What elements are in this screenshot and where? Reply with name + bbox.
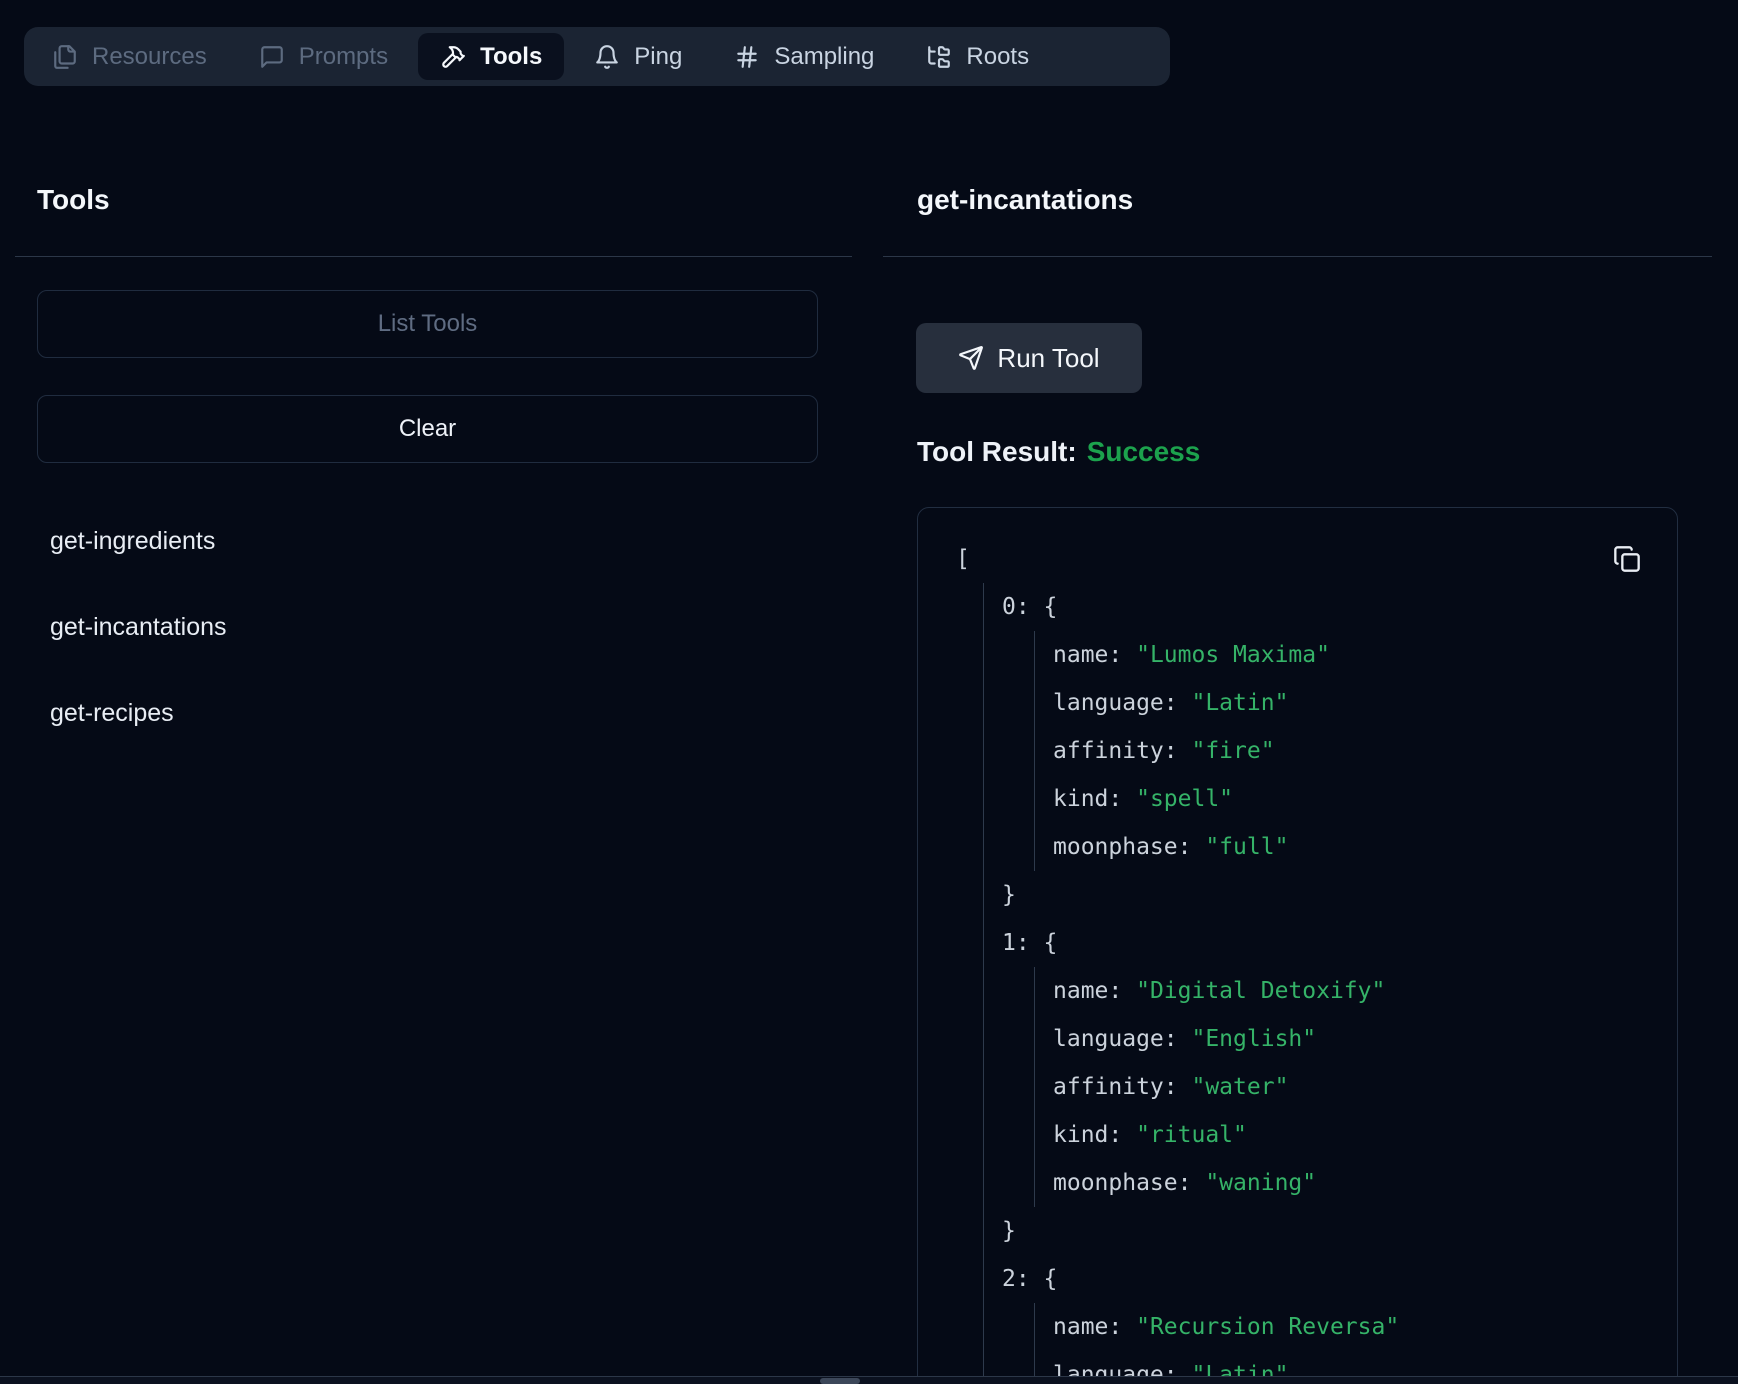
tool-list-item[interactable]: get-incantations bbox=[50, 610, 227, 644]
json-line: affinity: "water" bbox=[1053, 1063, 1399, 1111]
tab-sampling[interactable]: Sampling bbox=[712, 33, 896, 80]
json-line: moonphase: "waning" bbox=[1053, 1159, 1399, 1207]
bell-icon bbox=[594, 44, 620, 70]
run-tool-button[interactable]: Run Tool bbox=[916, 323, 1142, 393]
json-line: name: "Recursion Reversa" bbox=[1053, 1303, 1399, 1351]
left-pane-title: Tools bbox=[37, 183, 110, 217]
hammer-icon bbox=[440, 44, 466, 70]
horizontal-scrollbar bbox=[0, 1376, 1738, 1384]
json-result-tree: [0: {name: "Lumos Maxima"language: "Lati… bbox=[956, 535, 1399, 1384]
tab-label: Roots bbox=[966, 43, 1029, 71]
files-icon bbox=[52, 44, 78, 70]
json-line: name: "Digital Detoxify" bbox=[1053, 967, 1399, 1015]
json-line: } bbox=[1002, 1207, 1399, 1255]
json-line: language: "Latin" bbox=[1053, 679, 1399, 727]
horizontal-scrollbar-thumb[interactable] bbox=[820, 1378, 860, 1384]
tab-label: Tools bbox=[480, 43, 542, 71]
folder-tree-icon bbox=[926, 44, 952, 70]
run-tool-label: Run Tool bbox=[997, 343, 1099, 374]
json-line: 1: { bbox=[1002, 919, 1399, 967]
tab-ping[interactable]: Ping bbox=[572, 33, 704, 80]
json-line: 0: { bbox=[1002, 583, 1399, 631]
right-pane-title: get-incantations bbox=[917, 183, 1133, 217]
tool-list-item[interactable]: get-ingredients bbox=[50, 524, 215, 558]
json-line: name: "Lumos Maxima" bbox=[1053, 631, 1399, 679]
copy-button[interactable] bbox=[1609, 541, 1645, 577]
list-tools-button[interactable]: List Tools bbox=[37, 290, 818, 358]
json-line: kind: "ritual" bbox=[1053, 1111, 1399, 1159]
tab-label: Resources bbox=[92, 43, 207, 71]
json-line: } bbox=[1002, 871, 1399, 919]
message-square-icon bbox=[259, 44, 285, 70]
tool-result-status: Success bbox=[1087, 436, 1201, 467]
tab-bar: Resources Prompts Tools Ping Sampling Roots bbox=[24, 27, 1170, 86]
json-line: language: "English" bbox=[1053, 1015, 1399, 1063]
tab-roots[interactable]: Roots bbox=[904, 33, 1051, 80]
tab-label: Sampling bbox=[774, 43, 874, 71]
tool-result-label: Tool Result: bbox=[917, 436, 1077, 467]
tab-prompts[interactable]: Prompts bbox=[237, 33, 410, 80]
tab-tools[interactable]: Tools bbox=[418, 33, 564, 80]
hash-icon bbox=[734, 44, 760, 70]
tab-resources[interactable]: Resources bbox=[30, 33, 229, 80]
tool-result-panel: [0: {name: "Lumos Maxima"language: "Lati… bbox=[917, 507, 1678, 1384]
tool-result-line: Tool Result: Success bbox=[917, 435, 1200, 469]
json-line: [ bbox=[956, 535, 1399, 583]
copy-icon bbox=[1613, 545, 1641, 573]
right-pane-divider bbox=[883, 256, 1712, 257]
json-line: moonphase: "full" bbox=[1053, 823, 1399, 871]
tab-label: Ping bbox=[634, 43, 682, 71]
tab-label: Prompts bbox=[299, 43, 388, 71]
mcp-inspector-app: Resources Prompts Tools Ping Sampling Roots T… bbox=[0, 0, 1738, 1384]
send-icon bbox=[958, 345, 984, 371]
json-line: 2: { bbox=[1002, 1255, 1399, 1303]
json-line: kind: "spell" bbox=[1053, 775, 1399, 823]
clear-button[interactable]: Clear bbox=[37, 395, 818, 463]
tool-list-item[interactable]: get-recipes bbox=[50, 696, 174, 730]
json-line: affinity: "fire" bbox=[1053, 727, 1399, 775]
left-pane-divider bbox=[15, 256, 852, 257]
